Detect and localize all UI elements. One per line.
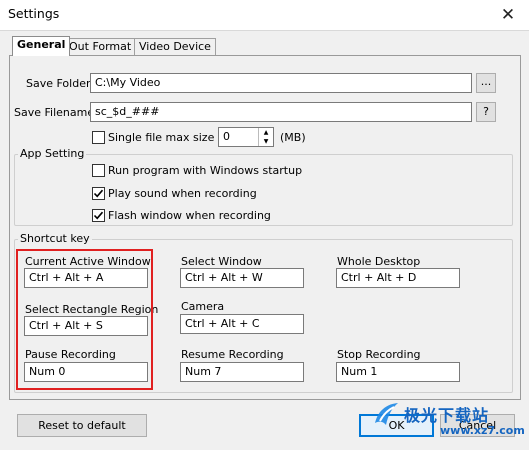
watermark-logo-icon: [375, 403, 398, 425]
app-setting-title: App Setting: [18, 147, 87, 160]
run-at-startup-label: Run program with Windows startup: [108, 164, 303, 177]
close-icon[interactable]: ✕: [491, 2, 525, 28]
watermark-text: 极光下载站: [404, 406, 490, 425]
play-sound-label: Play sound when recording: [108, 187, 257, 200]
max-size-spinner[interactable]: ▲ ▼: [258, 128, 273, 146]
highlight-box: [16, 249, 153, 390]
camera-hotkey[interactable]: Ctrl + Alt + C: [180, 314, 304, 334]
max-size-value: 0: [223, 130, 230, 143]
single-file-checkbox[interactable]: [92, 131, 105, 144]
shortcut-key-title: Shortcut key: [18, 232, 92, 245]
select-window-hotkey[interactable]: Ctrl + Alt + W: [180, 268, 304, 288]
tab-video-device[interactable]: Video Device: [134, 38, 216, 55]
run-at-startup-checkbox[interactable]: [92, 164, 105, 177]
check-icon: [93, 189, 104, 198]
save-folder-input[interactable]: C:\My Video: [90, 73, 472, 93]
window-title: Settings: [8, 6, 60, 21]
browse-folder-button[interactable]: ...: [476, 73, 496, 93]
max-size-unit: (MB): [280, 131, 306, 144]
reset-to-default-button[interactable]: Reset to default: [17, 414, 147, 437]
stop-recording-label: Stop Recording: [337, 348, 421, 361]
save-filename-label: Save Filename:: [14, 106, 98, 119]
flash-window-checkbox[interactable]: [92, 209, 105, 222]
watermark-url: www.xz7.com: [440, 424, 525, 437]
flash-window-label: Flash window when recording: [108, 209, 271, 222]
resume-recording-label: Resume Recording: [181, 348, 284, 361]
single-file-label: Single file max size :: [108, 131, 222, 144]
play-sound-checkbox[interactable]: [92, 187, 105, 200]
stop-recording-hotkey[interactable]: Num 1: [336, 362, 460, 382]
site-watermark: 极光下载站 www.xz7.com: [360, 397, 529, 450]
spin-up-icon[interactable]: ▲: [259, 128, 273, 137]
title-bar: Settings ✕: [0, 0, 529, 30]
save-folder-label: Save Folder:: [26, 77, 95, 90]
tab-general[interactable]: General: [12, 36, 71, 56]
select-window-label: Select Window: [181, 255, 262, 268]
spin-down-icon[interactable]: ▼: [259, 137, 273, 146]
filename-help-button[interactable]: ?: [476, 102, 496, 122]
resume-recording-hotkey[interactable]: Num 7: [180, 362, 304, 382]
check-icon: [93, 211, 104, 220]
whole-desktop-hotkey[interactable]: Ctrl + Alt + D: [336, 268, 460, 288]
camera-label: Camera: [181, 300, 225, 313]
whole-desktop-label: Whole Desktop: [337, 255, 421, 268]
save-filename-input[interactable]: sc_$d_###: [90, 102, 472, 122]
max-size-input[interactable]: 0 ▲ ▼: [218, 127, 274, 147]
tab-out-format[interactable]: Out Format: [64, 38, 137, 55]
